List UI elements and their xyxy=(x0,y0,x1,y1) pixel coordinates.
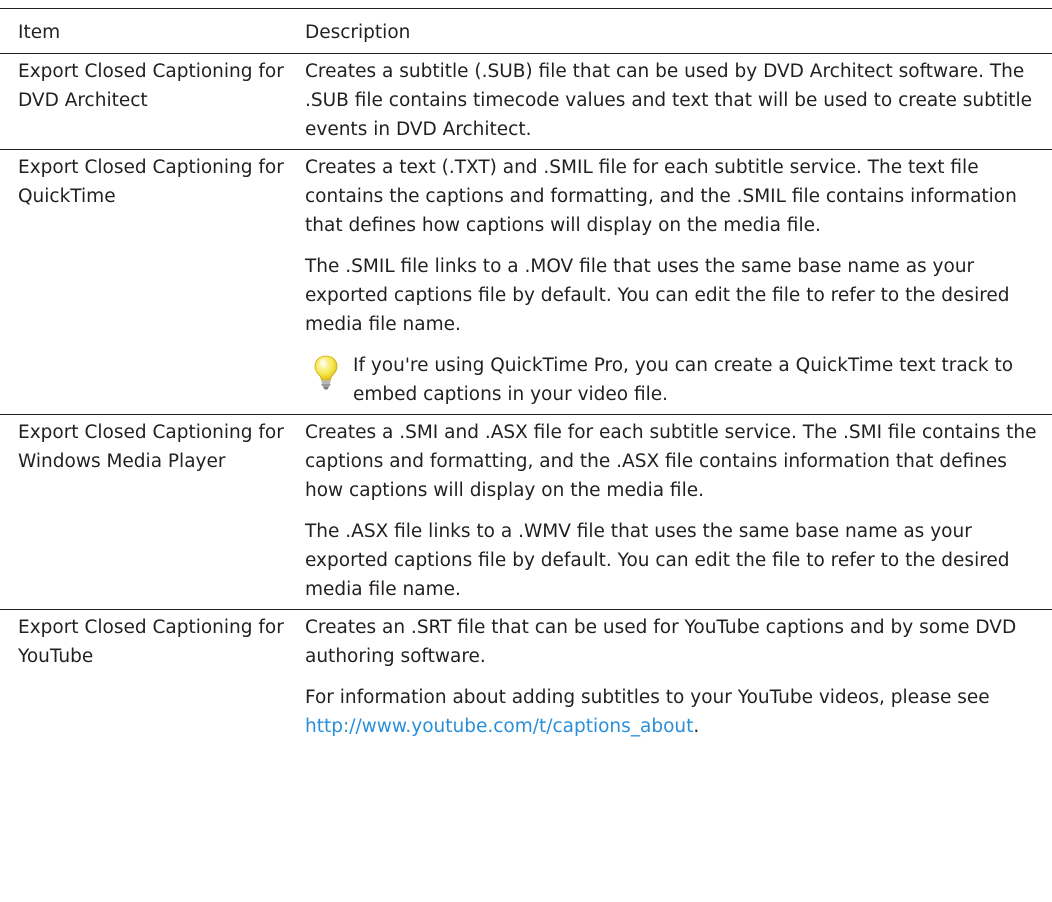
tip-text: If you're using QuickTime Pro, you can c… xyxy=(353,355,1014,405)
tip-note: If you're using QuickTime Pro, you can c… xyxy=(305,351,1046,409)
description-paragraph: Creates a subtitle (.SUB) file that can … xyxy=(305,61,1032,140)
description-cell: Creates a .SMI and .ASX file for each su… xyxy=(297,415,1052,610)
description-cell: Creates a subtitle (.SUB) file that can … xyxy=(297,54,1052,150)
table-row: Export Closed Captioning for DVD Archite… xyxy=(0,54,1052,150)
table-row: Export Closed Captioning for Windows Med… xyxy=(0,415,1052,610)
description-paragraph: Creates a .SMI and .ASX file for each su… xyxy=(305,422,1037,501)
description-paragraph: The .ASX file links to a .WMV file that … xyxy=(305,521,1010,600)
table-row: Export Closed Captioning for YouTube Cre… xyxy=(0,610,1052,747)
item-cell: Export Closed Captioning for Windows Med… xyxy=(18,422,284,472)
description-paragraph: The .SMIL file links to a .MOV file that… xyxy=(305,256,1010,335)
description-cell: Creates an .SRT file that can be used fo… xyxy=(297,610,1052,747)
paragraph-text: . xyxy=(693,716,700,737)
column-header-item: Item xyxy=(18,22,61,43)
lightbulb-icon xyxy=(314,355,338,390)
youtube-captions-link[interactable]: http://www.youtube.com/t/captions_about xyxy=(305,716,693,737)
description-paragraph: Creates an .SRT file that can be used fo… xyxy=(305,617,1017,667)
column-header-description: Description xyxy=(305,22,411,43)
table-header-row: Item Description xyxy=(0,8,1052,54)
description-paragraph: Creates a text (.TXT) and .SMIL file for… xyxy=(305,157,1017,236)
item-cell: Export Closed Captioning for DVD Archite… xyxy=(18,61,284,111)
item-cell: Export Closed Captioning for QuickTime xyxy=(18,157,284,207)
table-row: Export Closed Captioning for QuickTime C… xyxy=(0,150,1052,415)
description-cell: Creates a text (.TXT) and .SMIL file for… xyxy=(297,150,1052,415)
description-paragraph: For information about adding subtitles t… xyxy=(305,683,1046,741)
item-cell: Export Closed Captioning for YouTube xyxy=(18,617,284,667)
paragraph-text: For information about adding subtitles t… xyxy=(305,687,990,708)
export-captioning-table: Item Description Export Closed Captionin… xyxy=(0,8,1052,746)
